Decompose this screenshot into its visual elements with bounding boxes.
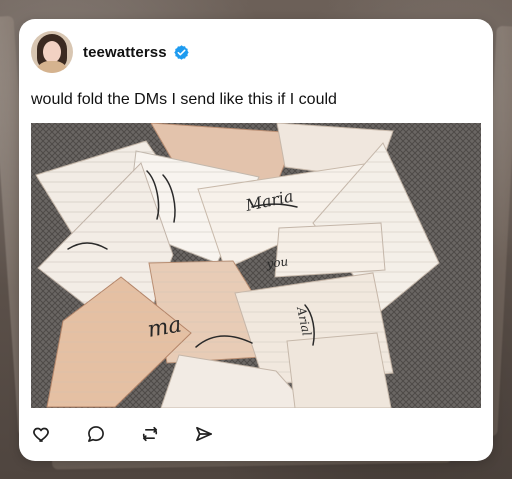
post-image[interactable]: Maria ma Arial you xyxy=(31,123,481,408)
post-text: would fold the DMs I send like this if I… xyxy=(31,91,337,108)
like-button[interactable] xyxy=(31,423,53,445)
avatar-face xyxy=(43,41,61,63)
username[interactable]: teewatterss xyxy=(83,44,167,61)
note-label-4: you xyxy=(265,254,289,271)
comment-button[interactable] xyxy=(85,423,107,445)
share-button[interactable] xyxy=(193,423,215,445)
send-icon xyxy=(196,426,212,442)
repost-icon xyxy=(142,426,158,442)
name-row: teewatterss xyxy=(83,44,190,61)
verified-badge-icon xyxy=(173,44,189,60)
heart-icon xyxy=(33,427,49,442)
post-actions xyxy=(31,423,215,445)
post-header: teewatterss xyxy=(31,31,190,73)
post-card: teewatterss would fold the DMs I send li… xyxy=(19,19,493,461)
avatar[interactable] xyxy=(31,31,73,73)
folded-notes-image: Maria ma Arial you xyxy=(31,123,481,408)
comment-icon xyxy=(88,426,104,442)
repost-button[interactable] xyxy=(139,423,161,445)
